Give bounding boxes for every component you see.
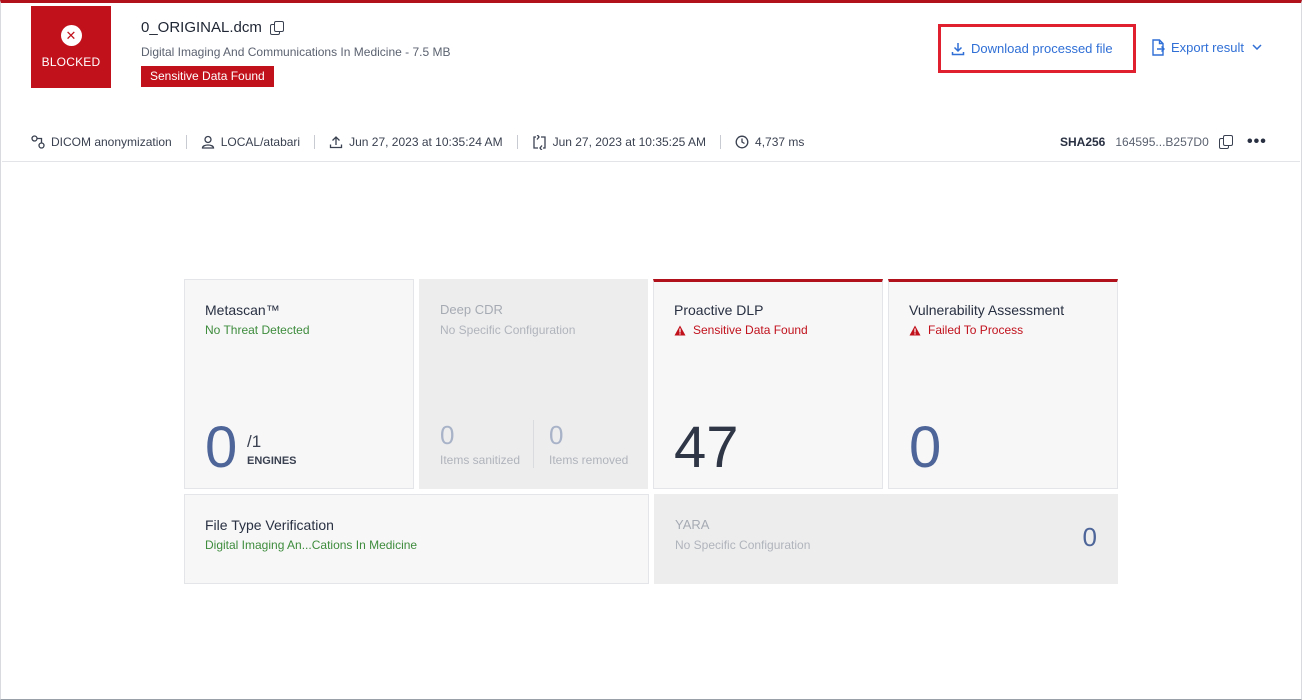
duration-label: 4,737 ms bbox=[755, 135, 805, 149]
upload-time-label: Jun 27, 2023 at 10:35:24 AM bbox=[349, 135, 503, 149]
card-title: File Type Verification bbox=[205, 517, 334, 533]
card-status: Digital Imaging An...Cations In Medicine bbox=[205, 538, 418, 552]
card-status-text: Sensitive Data Found bbox=[693, 323, 808, 337]
yara-match-count: 0 bbox=[1082, 522, 1097, 552]
card-status: No Threat Detected bbox=[205, 323, 310, 337]
meta-separator bbox=[720, 135, 722, 149]
verdict-badge: ✕ BLOCKED bbox=[31, 6, 111, 88]
items-removed-value: 0 bbox=[549, 420, 564, 450]
verdict-label: BLOCKED bbox=[41, 55, 101, 69]
chevron-down-icon bbox=[1252, 44, 1262, 50]
metascan-card[interactable]: Metascan™ No Threat Detected 0 /1 ENGINE… bbox=[184, 279, 414, 489]
card-status: No Specific Configuration bbox=[675, 538, 811, 552]
hash-label: SHA256 bbox=[1060, 135, 1106, 149]
hash-value: 164595...B257D0 bbox=[1115, 135, 1209, 149]
duration-item: 4,737 ms bbox=[735, 135, 804, 149]
meta-separator bbox=[314, 135, 316, 149]
upload-icon bbox=[329, 136, 343, 149]
processed-time-label: Jun 27, 2023 at 10:35:25 AM bbox=[552, 135, 707, 149]
process-icon bbox=[532, 134, 546, 150]
user-item: LOCAL/atabari bbox=[201, 135, 300, 149]
card-title: Deep CDR bbox=[440, 302, 503, 317]
stat-divider bbox=[533, 420, 534, 468]
card-title: Metascan™ bbox=[205, 302, 280, 318]
sensitive-data-count: 47 bbox=[674, 415, 739, 480]
workflow-label: DICOM anonymization bbox=[51, 135, 172, 149]
download-label: Download processed file bbox=[971, 41, 1113, 56]
download-processed-file-button[interactable]: Download processed file bbox=[938, 24, 1136, 73]
workflow-icon bbox=[31, 135, 45, 149]
warning-icon bbox=[674, 325, 686, 335]
card-status: No Specific Configuration bbox=[440, 323, 576, 337]
scan-meta-bar: DICOM anonymization LOCAL/atabari Jun 27… bbox=[31, 133, 804, 151]
download-icon bbox=[951, 42, 965, 55]
result-page: ✕ BLOCKED 0_ORIGINAL.dcm Digital Imaging… bbox=[0, 0, 1302, 700]
card-title: YARA bbox=[675, 517, 710, 532]
items-sanitized-value: 0 bbox=[440, 420, 455, 450]
file-type-verification-card[interactable]: File Type Verification Digital Imaging A… bbox=[184, 494, 649, 584]
processed-time-item: Jun 27, 2023 at 10:35:25 AM bbox=[532, 134, 707, 150]
yara-card[interactable]: YARA No Specific Configuration 0 bbox=[654, 494, 1118, 584]
clock-icon bbox=[735, 135, 749, 149]
vulnerability-assessment-card[interactable]: Vulnerability Assessment Failed To Proce… bbox=[888, 279, 1118, 489]
copy-icon[interactable] bbox=[269, 20, 284, 35]
workflow-item: DICOM anonymization bbox=[31, 135, 172, 149]
meta-separator bbox=[516, 135, 518, 149]
engines-unit: ENGINES bbox=[247, 455, 297, 467]
sha256-hash: SHA256 164595...B257D0 bbox=[1060, 133, 1233, 151]
items-removed-label: Items removed bbox=[549, 453, 629, 467]
engines-total: /1 bbox=[247, 432, 262, 451]
card-status: Failed To Process bbox=[909, 323, 1023, 337]
proactive-dlp-card[interactable]: Proactive DLP Sensitive Data Found 47 bbox=[653, 279, 883, 489]
card-status: Sensitive Data Found bbox=[674, 323, 808, 337]
export-label: Export result bbox=[1171, 39, 1244, 55]
export-result-button[interactable]: Export result bbox=[1151, 37, 1262, 57]
card-status-text: Failed To Process bbox=[928, 323, 1024, 337]
card-title: Vulnerability Assessment bbox=[909, 302, 1065, 318]
items-sanitized-label: Items sanitized bbox=[440, 453, 521, 467]
file-type-size: Digital Imaging And Communications In Me… bbox=[141, 45, 451, 59]
export-file-icon bbox=[1152, 38, 1165, 56]
more-options-button[interactable]: ••• bbox=[1247, 133, 1267, 151]
meta-separator bbox=[185, 135, 187, 149]
sensitive-data-badge: Sensitive Data Found bbox=[141, 66, 274, 87]
user-label: LOCAL/atabari bbox=[220, 135, 301, 149]
warning-icon bbox=[909, 325, 921, 335]
card-title: Proactive DLP bbox=[674, 302, 764, 318]
close-circle-icon: ✕ bbox=[60, 25, 82, 46]
upload-time-item: Jun 27, 2023 at 10:35:24 AM bbox=[329, 135, 503, 149]
vulnerability-count: 0 bbox=[909, 415, 942, 480]
copy-hash-icon[interactable] bbox=[1218, 135, 1233, 149]
header-divider bbox=[2, 161, 1300, 162]
user-icon bbox=[201, 135, 214, 149]
file-name-text: 0_ORIGINAL.dcm bbox=[141, 19, 262, 36]
file-name: 0_ORIGINAL.dcm bbox=[141, 19, 284, 36]
engines-detected-value: 0 bbox=[205, 415, 238, 480]
deep-cdr-card[interactable]: Deep CDR No Specific Configuration 0 Ite… bbox=[419, 279, 648, 489]
